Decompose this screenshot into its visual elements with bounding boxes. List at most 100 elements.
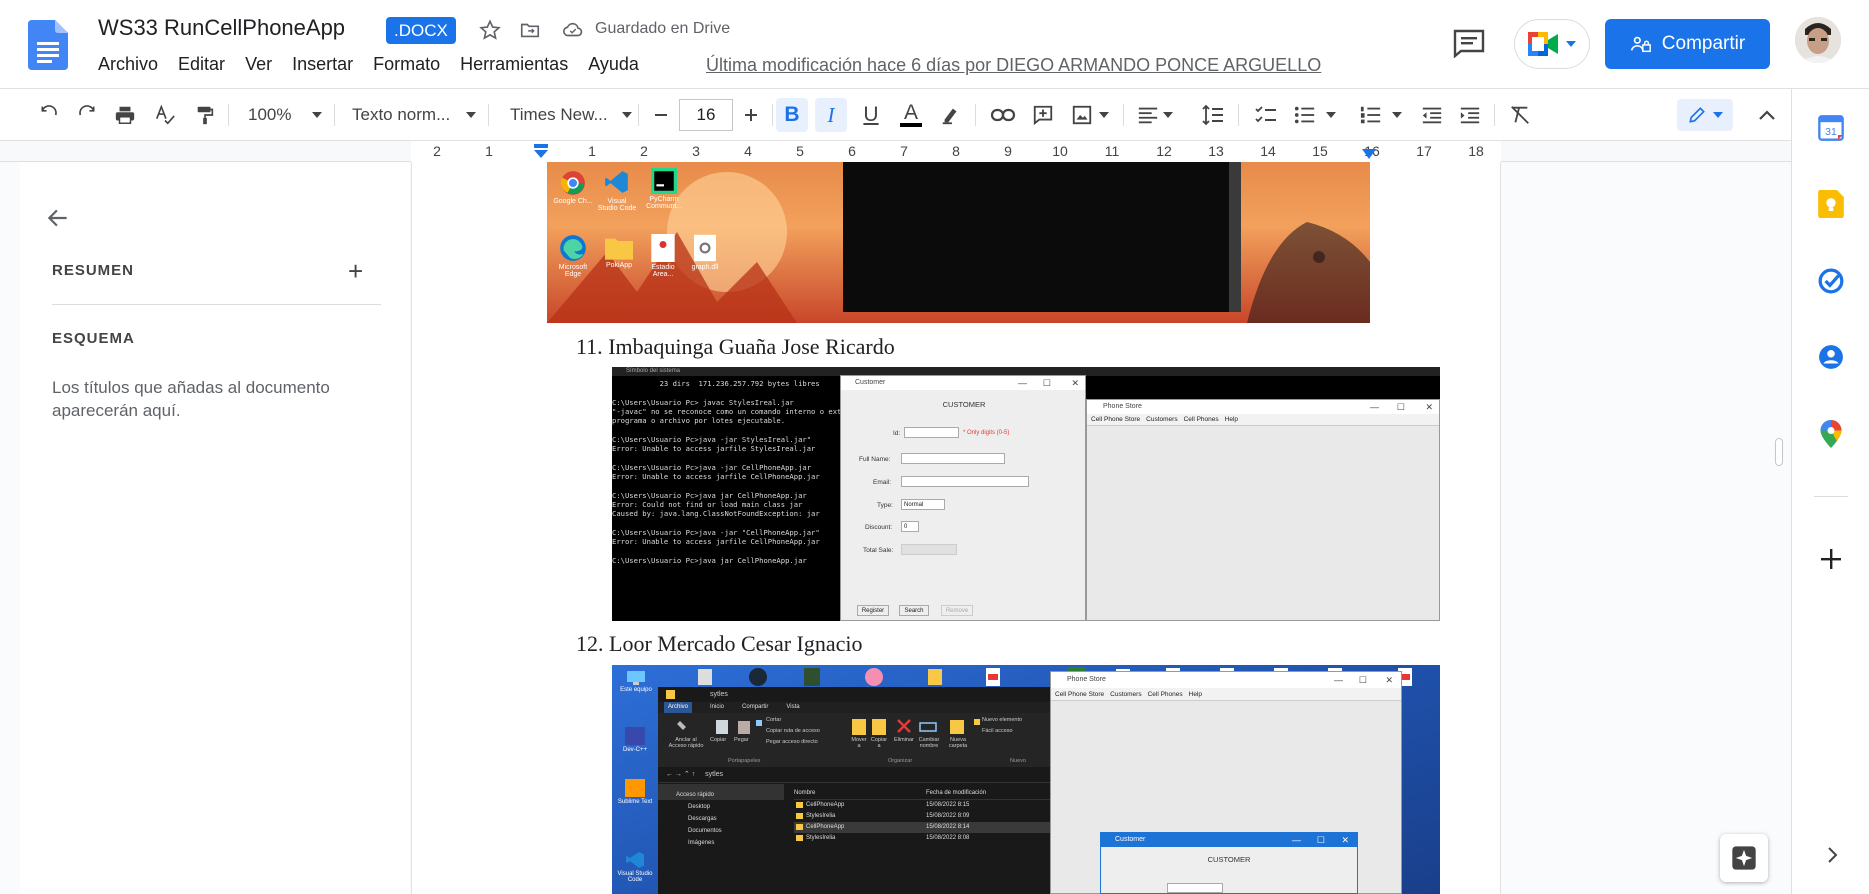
maps-icon[interactable] bbox=[1816, 419, 1846, 449]
nav-arrows-icon[interactable]: ← → ⌃ ↑ bbox=[666, 771, 695, 778]
menu-cell-phone-store[interactable]: Cell Phone Store bbox=[1091, 414, 1140, 425]
fullname-input[interactable] bbox=[901, 453, 1005, 464]
maximize-icon[interactable]: ☐ bbox=[1359, 672, 1367, 688]
desktop-icon-vscode[interactable]: Visual Studio Code bbox=[597, 168, 637, 212]
ribbon-copiar-a[interactable]: Copiar a bbox=[870, 737, 888, 749]
print-icon[interactable] bbox=[110, 98, 140, 132]
ribbon-nuevo-elemento[interactable]: Nuevo elemento bbox=[982, 717, 1022, 723]
editing-mode-button[interactable] bbox=[1677, 99, 1733, 131]
meet-button[interactable] bbox=[1514, 19, 1590, 69]
minimize-icon[interactable]: — bbox=[1018, 376, 1027, 390]
menu-editar[interactable]: Editar bbox=[178, 54, 225, 75]
increase-indent-icon[interactable] bbox=[1454, 98, 1486, 132]
tab-inicio[interactable]: Inicio bbox=[710, 702, 724, 713]
maximize-icon[interactable]: ☐ bbox=[1397, 400, 1405, 414]
discount-spinner[interactable]: 0 bbox=[901, 521, 919, 532]
style-select[interactable]: Texto norm... bbox=[344, 98, 476, 132]
ribbon-anclar[interactable]: Anclar al Acceso rápido bbox=[668, 737, 704, 749]
screenshot-desktop-1[interactable]: Google Ch... Visual Studio Code PyCharm … bbox=[547, 162, 1370, 323]
file-row[interactable]: CellPhoneApp 15/08/2022 8:14 bbox=[794, 822, 1050, 833]
minimize-icon[interactable]: — bbox=[1292, 833, 1301, 847]
tab-compartir[interactable]: Compartir bbox=[742, 702, 768, 713]
keep-icon[interactable] bbox=[1816, 189, 1846, 219]
id-input[interactable] bbox=[904, 427, 959, 438]
contacts-icon[interactable] bbox=[1816, 342, 1846, 372]
menu-ver[interactable]: Ver bbox=[245, 54, 272, 75]
desktop-icon-chrome[interactable]: Google Ch... bbox=[553, 170, 593, 205]
user-avatar[interactable] bbox=[1795, 17, 1841, 63]
explore-button[interactable] bbox=[1720, 834, 1768, 882]
font-size-input[interactable]: 16 bbox=[679, 99, 733, 131]
screenshot-explorer-desktop[interactable]: Este equipo Dev-C++ Sublime Text Visual … bbox=[612, 665, 1440, 894]
screenshot-cmd-customer[interactable]: Símbolo del sistema 23 dirs 171.236.257.… bbox=[612, 367, 1440, 621]
minimize-icon[interactable]: — bbox=[1370, 400, 1379, 414]
menu-cell-phones[interactable]: Cell Phones bbox=[1148, 688, 1183, 700]
menu-archivo[interactable]: Archivo bbox=[98, 54, 158, 75]
explorer-window[interactable]: sytles Archivo Inicio Compartir Vista An… bbox=[658, 687, 1050, 894]
column-nombre[interactable]: Nombre bbox=[794, 790, 815, 796]
ribbon-cortar[interactable]: Cortar bbox=[766, 717, 781, 723]
menu-help[interactable]: Help bbox=[1225, 414, 1238, 425]
insert-image-button[interactable] bbox=[1065, 98, 1115, 132]
line-spacing-icon[interactable] bbox=[1196, 98, 1230, 132]
menu-ayuda[interactable]: Ayuda bbox=[588, 54, 639, 75]
chevron-right-icon[interactable] bbox=[1820, 843, 1844, 867]
desktop-icon-edge[interactable]: Microsoft Edge bbox=[553, 234, 593, 278]
collapse-menus-icon[interactable] bbox=[1752, 98, 1782, 132]
ribbon-nueva-carpeta[interactable]: Nueva carpeta bbox=[946, 737, 970, 749]
comment-history-icon[interactable] bbox=[1452, 28, 1486, 58]
menu-cell-phones[interactable]: Cell Phones bbox=[1184, 414, 1219, 425]
ribbon-eliminar[interactable]: Eliminar bbox=[894, 737, 914, 743]
close-icon[interactable]: ✕ bbox=[1071, 376, 1079, 390]
add-addon-icon[interactable] bbox=[1816, 544, 1846, 574]
search-button[interactable]: Search bbox=[899, 605, 929, 616]
desktop-icon-sublime[interactable]: Sublime Text bbox=[616, 779, 654, 805]
numbered-list-button[interactable] bbox=[1356, 98, 1406, 132]
phonestore-window[interactable]: Phone Store ✕ ☐ — Cell Phone Store Custo… bbox=[1086, 399, 1440, 621]
desktop-icon-folder[interactable]: PokiApp bbox=[599, 236, 639, 269]
tab-archivo[interactable]: Archivo bbox=[664, 702, 693, 713]
nav-imagenes[interactable]: Imágenes bbox=[658, 836, 784, 848]
file-row[interactable]: CellPhoneApp 15/08/2022 8:15 bbox=[794, 800, 1050, 811]
scrollbar-thumb[interactable] bbox=[1775, 438, 1783, 466]
clear-formatting-icon[interactable] bbox=[1504, 98, 1536, 132]
maximize-icon[interactable]: ☐ bbox=[1317, 833, 1325, 847]
desktop-icon-pycharm[interactable]: PyCharm Communi... bbox=[642, 168, 686, 210]
left-indent-marker-icon[interactable] bbox=[533, 144, 549, 158]
email-input[interactable] bbox=[901, 476, 1029, 487]
menu-customers[interactable]: Customers bbox=[1110, 688, 1141, 700]
ribbon-copiar[interactable]: Copiar bbox=[710, 737, 726, 743]
customer-window-2[interactable]: Customer ✕ ☐ — CUSTOMER bbox=[1100, 832, 1358, 894]
desktop-icon-vscode-2[interactable]: Visual Studio Code bbox=[616, 851, 654, 883]
list-item-12[interactable]: 12. Loor Mercado Cesar Ignacio bbox=[576, 631, 863, 657]
ruler[interactable]: 21123456789101112131415161718 bbox=[0, 141, 1791, 162]
register-button[interactable]: Register bbox=[857, 605, 889, 616]
file-row[interactable]: StylesIrelia 15/08/2022 8:08 bbox=[794, 833, 1050, 844]
document-title[interactable]: WS33 RunCellPhoneApp bbox=[98, 15, 345, 41]
menu-formato[interactable]: Formato bbox=[373, 54, 440, 75]
zoom-select[interactable]: 100% bbox=[240, 98, 322, 132]
align-button[interactable] bbox=[1133, 98, 1177, 132]
ribbon-mover[interactable]: Mover a bbox=[850, 737, 868, 749]
tasks-icon[interactable] bbox=[1816, 266, 1846, 296]
right-indent-marker-icon[interactable] bbox=[1362, 149, 1376, 159]
minimize-icon[interactable]: — bbox=[1334, 672, 1343, 688]
decrease-font-size-button[interactable] bbox=[646, 98, 676, 132]
type-select[interactable]: Normal bbox=[901, 499, 945, 510]
ribbon-copiar-ruta[interactable]: Copiar ruta de acceso bbox=[766, 728, 820, 734]
nav-desktop[interactable]: Desktop bbox=[658, 800, 784, 812]
desktop-icon-este-equipo[interactable]: Este equipo bbox=[620, 671, 652, 693]
paint-format-icon[interactable] bbox=[190, 98, 220, 132]
decrease-indent-icon[interactable] bbox=[1416, 98, 1448, 132]
file-row[interactable]: StylesIrelia 15/08/2022 8:09 bbox=[794, 811, 1050, 822]
column-fecha[interactable]: Fecha de modificación bbox=[926, 790, 986, 796]
highlight-icon[interactable] bbox=[935, 98, 967, 132]
ribbon-pegar-acceso[interactable]: Pegar acceso directo bbox=[766, 739, 818, 745]
add-comment-icon[interactable] bbox=[1027, 98, 1059, 132]
bulleted-list-button[interactable] bbox=[1290, 98, 1340, 132]
insert-link-icon[interactable] bbox=[987, 98, 1019, 132]
back-arrow-icon[interactable] bbox=[45, 205, 71, 231]
menu-customers[interactable]: Customers bbox=[1146, 414, 1177, 425]
explorer-addressbar[interactable]: ← → ⌃ ↑ sytles bbox=[658, 767, 1050, 783]
underline-button[interactable]: U bbox=[855, 98, 887, 132]
